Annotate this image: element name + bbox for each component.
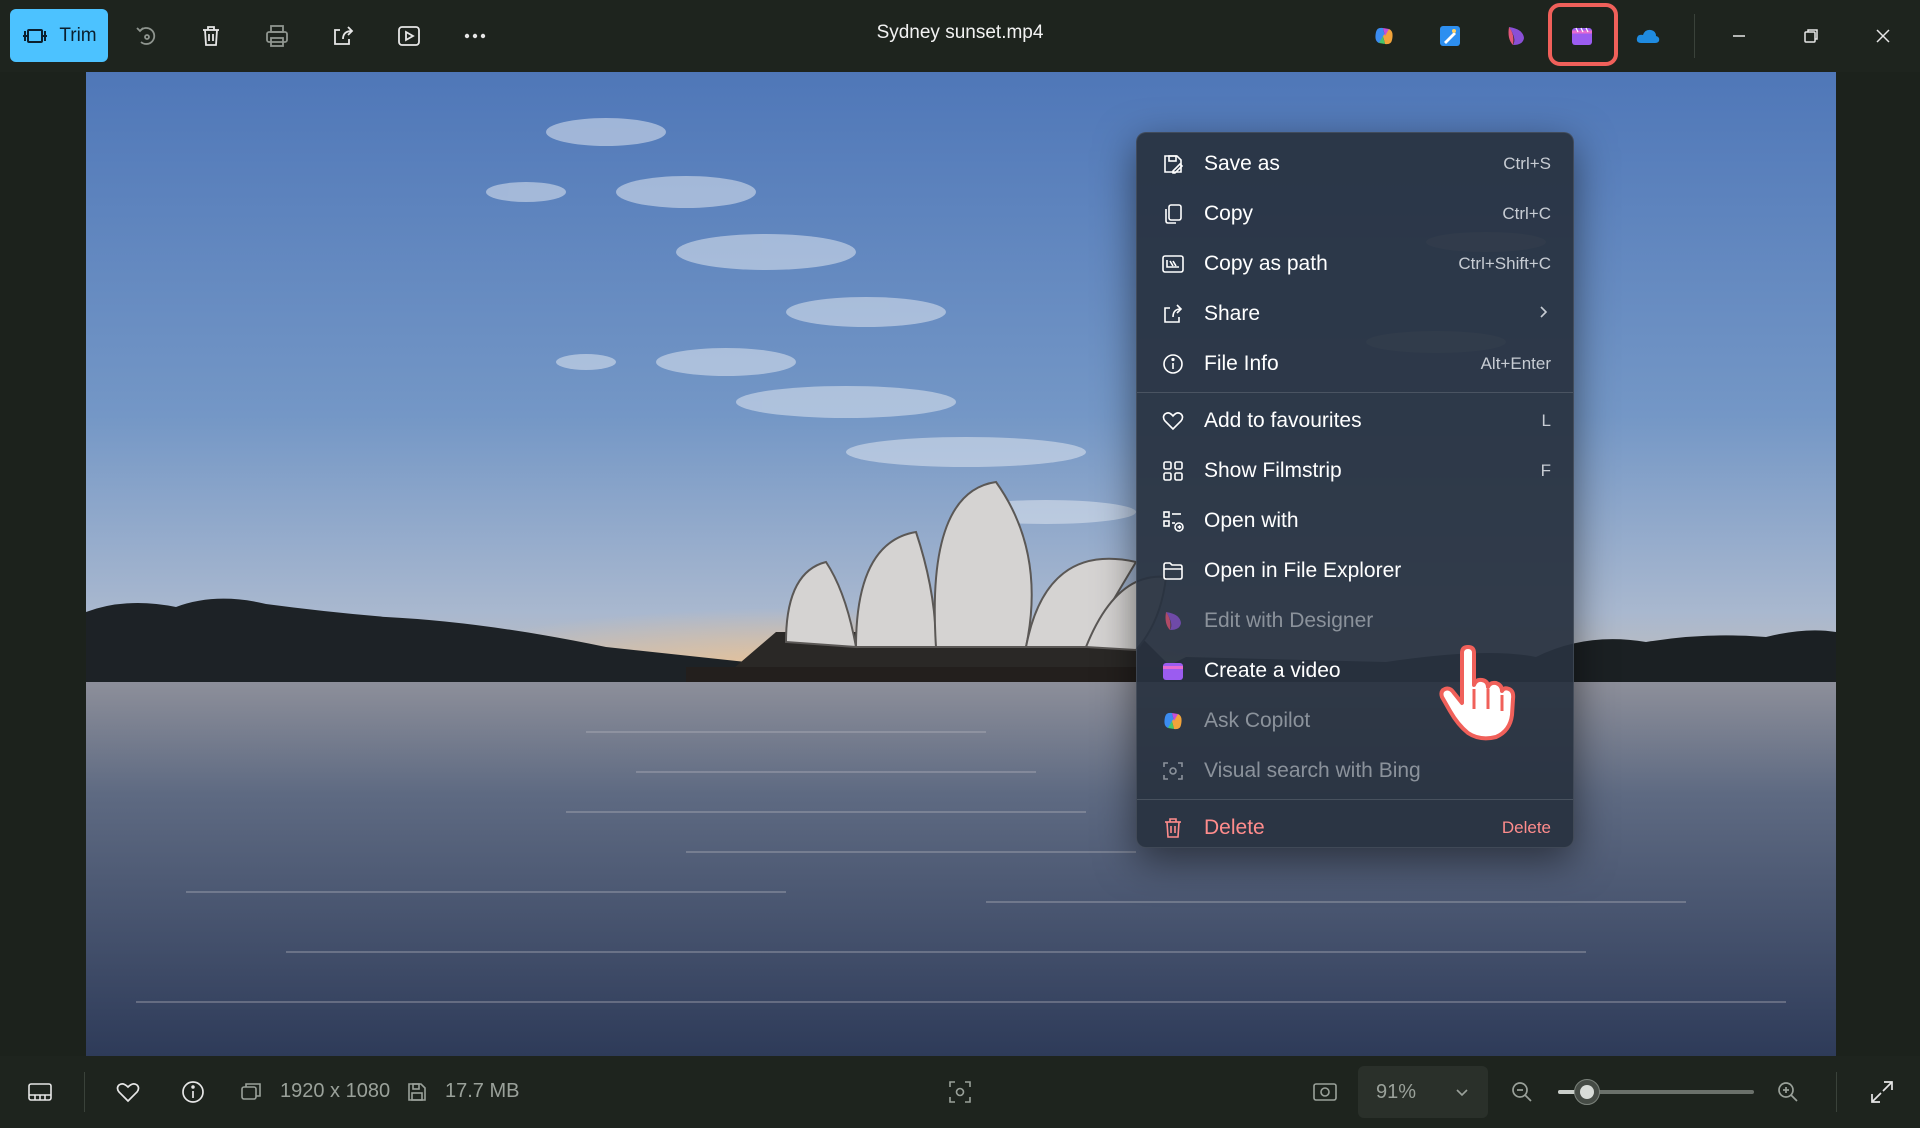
status-separator [1836, 1072, 1837, 1112]
toolbar-separator [1694, 14, 1695, 58]
clipchamp-icon [1160, 658, 1186, 684]
visual-search-icon [1160, 758, 1186, 784]
copy-icon [1160, 201, 1186, 227]
menu-separator [1137, 392, 1573, 393]
copilot-icon [1160, 708, 1186, 734]
zoom-out-button[interactable] [1502, 1072, 1542, 1112]
share-button[interactable] [317, 10, 369, 62]
more-options-button[interactable] [449, 10, 501, 62]
info-icon [1160, 351, 1186, 377]
close-button[interactable] [1860, 14, 1906, 58]
zoom-out-icon [1512, 1082, 1532, 1102]
save-as-icon [1160, 151, 1186, 177]
minimize-icon [1733, 35, 1745, 37]
share-icon [1160, 301, 1186, 327]
filmstrip-icon [28, 1083, 52, 1101]
resolution-icon [236, 1072, 266, 1112]
restore-button[interactable] [1788, 14, 1834, 58]
zoom-slider-thumb[interactable] [1574, 1079, 1600, 1105]
close-icon [1876, 29, 1890, 43]
menu-item-show-filmstrip[interactable]: Show Filmstrip F [1137, 446, 1573, 496]
visual-search-icon [949, 1081, 971, 1103]
grid-icon [1160, 458, 1186, 484]
info-icon [182, 1081, 204, 1103]
delete-button[interactable] [185, 10, 237, 62]
file-size-icon [402, 1072, 432, 1112]
fit-window-icon [1313, 1083, 1337, 1101]
visual-search-button[interactable] [940, 1072, 980, 1112]
chevron-right-icon [1535, 304, 1551, 325]
heart-icon [116, 1083, 140, 1103]
full-screen-button[interactable] [1862, 1072, 1902, 1112]
trash-icon [1160, 815, 1186, 841]
copilot-button[interactable] [1358, 10, 1410, 62]
menu-item-copy-as-path[interactable]: Copy as path Ctrl+Shift+C [1137, 239, 1573, 289]
trash-icon [203, 26, 219, 46]
zoom-in-button[interactable] [1768, 1072, 1808, 1112]
expand-icon [1871, 1081, 1893, 1103]
menu-item-edit-with-designer[interactable]: Edit with Designer [1137, 596, 1573, 646]
open-with-icon [1160, 508, 1186, 534]
edit-photo-icon [1440, 26, 1460, 46]
filmstrip-toggle-button[interactable] [20, 1072, 60, 1112]
restore-icon [1804, 29, 1818, 43]
designer-button[interactable] [1490, 10, 1542, 62]
print-button[interactable] [251, 10, 303, 62]
menu-item-open-in-file-explorer[interactable]: Open in File Explorer [1137, 546, 1573, 596]
folder-icon [1160, 558, 1186, 584]
trim-button[interactable]: Trim [10, 9, 108, 62]
rotate-icon [136, 27, 156, 45]
chevron-down-icon [1456, 1089, 1468, 1097]
menu-item-delete[interactable]: Delete Delete [1137, 803, 1573, 853]
copilot-icon [1375, 27, 1393, 45]
menu-item-copy[interactable]: Copy Ctrl+C [1137, 189, 1573, 239]
menu-item-visual-search-with-bing[interactable]: Visual search with Bing [1137, 746, 1573, 796]
menu-item-file-info[interactable]: File Info Alt+Enter [1137, 339, 1573, 389]
status-separator [84, 1072, 85, 1112]
print-icon [266, 25, 288, 47]
photo-editor-button[interactable] [1424, 10, 1476, 62]
designer-icon [1508, 27, 1524, 45]
onedrive-button[interactable] [1622, 10, 1674, 62]
zoom-level: 91% [1376, 1080, 1417, 1103]
designer-icon [1160, 608, 1186, 634]
favourite-button[interactable] [108, 1072, 148, 1112]
onedrive-icon [1636, 29, 1660, 43]
image-dimensions: 1920 x 1080 [280, 1080, 391, 1102]
trim-icon [23, 28, 48, 43]
rotate-button[interactable] [120, 10, 172, 62]
minimize-button[interactable] [1716, 14, 1762, 58]
menu-separator [1137, 799, 1573, 800]
fit-to-window-button[interactable] [1305, 1072, 1345, 1112]
menu-item-save-as[interactable]: Save as Ctrl+S [1137, 139, 1573, 189]
hand-cursor-icon [1439, 645, 1516, 741]
zoom-level-dropdown[interactable]: 91% [1358, 1066, 1488, 1118]
clipchamp-highlight [1548, 3, 1618, 66]
heart-icon [1160, 408, 1186, 434]
zoom-in-icon [1778, 1082, 1798, 1102]
play-icon [398, 26, 420, 46]
copy-path-icon [1160, 251, 1186, 277]
window-title: Sydney sunset.mp4 [876, 22, 1044, 43]
more-icon [464, 33, 486, 39]
top-toolbar: Trim Sydney sunset.mp4 [0, 0, 1920, 72]
menu-item-open-with[interactable]: Open with [1137, 496, 1573, 546]
share-icon [334, 26, 354, 45]
file-size: 17.7 MB [445, 1080, 520, 1102]
trim-label: Trim [59, 24, 97, 46]
slideshow-button[interactable] [383, 10, 435, 62]
menu-item-add-to-favourites[interactable]: Add to favourites L [1137, 396, 1573, 446]
menu-item-share[interactable]: Share [1137, 289, 1573, 339]
file-info-button[interactable] [173, 1072, 213, 1112]
